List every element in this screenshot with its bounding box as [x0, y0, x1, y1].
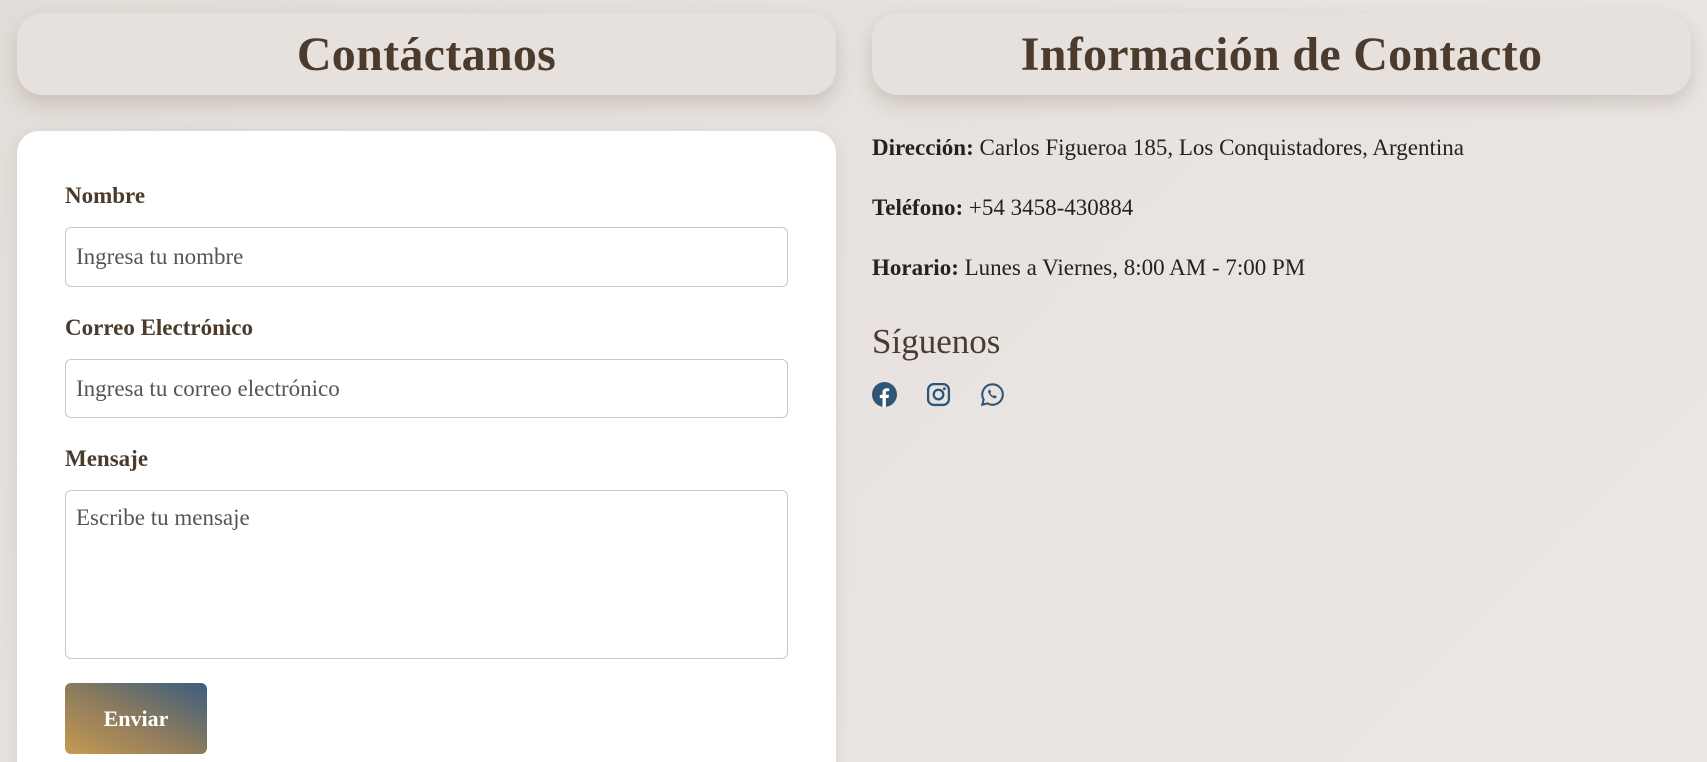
social-links [872, 382, 1005, 407]
address-value: Carlos Figueroa 185, Los Conquistadores,… [979, 135, 1464, 160]
message-textarea[interactable] [65, 490, 788, 659]
instagram-icon[interactable] [926, 382, 951, 407]
contact-info-title: Información de Contacto [1020, 27, 1543, 81]
submit-button[interactable]: Enviar [65, 683, 207, 754]
address-line: Dirección: Carlos Figueroa 185, Los Conq… [872, 135, 1464, 161]
address-label: Dirección: [872, 135, 974, 160]
name-input[interactable] [65, 227, 788, 287]
contact-form-header: Contáctanos [17, 13, 836, 95]
follow-us-heading: Síguenos [872, 322, 1001, 361]
contact-info-header: Información de Contacto [872, 13, 1691, 95]
hours-label: Horario: [872, 255, 959, 280]
email-input[interactable] [65, 359, 788, 418]
phone-label: Teléfono: [872, 195, 964, 220]
message-label: Mensaje [65, 446, 149, 471]
phone-line: Teléfono: +54 3458-430884 [872, 195, 1133, 221]
whatsapp-icon[interactable] [980, 382, 1005, 407]
hours-line: Horario: Lunes a Viernes, 8:00 AM - 7:00… [872, 255, 1305, 281]
facebook-icon[interactable] [872, 382, 897, 407]
phone-value: +54 3458-430884 [968, 195, 1134, 220]
contact-form: Nombre Correo Electrónico Mensaje Enviar [17, 131, 836, 762]
name-label: Nombre [65, 183, 146, 208]
contact-form-title: Contáctanos [296, 27, 557, 81]
email-label: Correo Electrónico [65, 315, 253, 340]
hours-value: Lunes a Viernes, 8:00 AM - 7:00 PM [964, 255, 1306, 280]
